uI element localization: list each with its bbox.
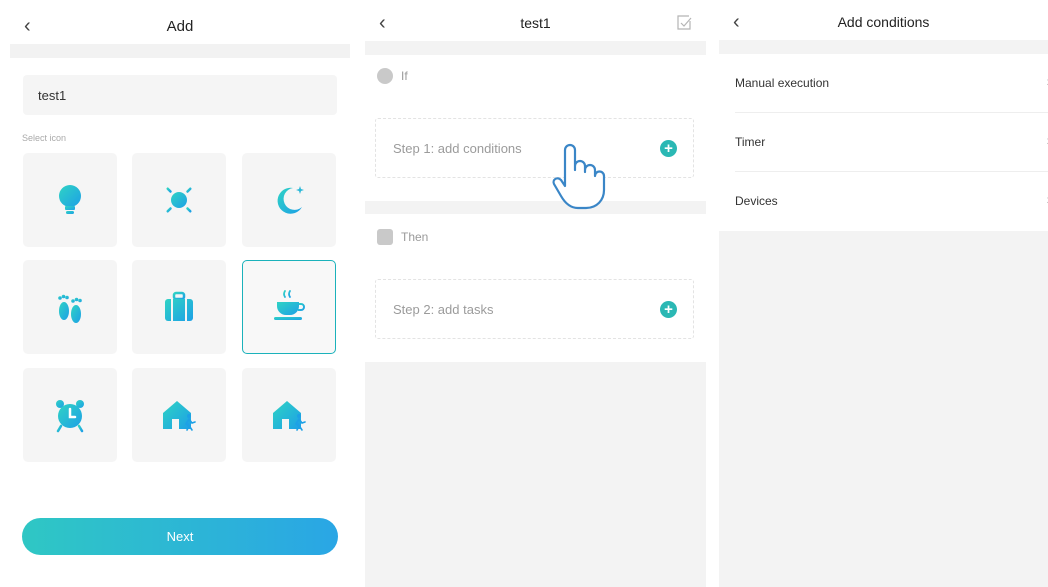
icon-tile-coffee-cup[interactable] — [242, 260, 336, 354]
coffee-cup-icon — [274, 290, 305, 320]
icon-tile-bulb[interactable] — [23, 153, 117, 247]
suitcase-icon — [165, 291, 193, 321]
save-check-icon[interactable] — [676, 15, 692, 31]
bulb-icon — [59, 185, 81, 214]
condition-label: Devices — [735, 194, 778, 208]
add-conditions-row[interactable]: Step 1: add conditions + — [375, 118, 694, 178]
icon-tile-home-leave[interactable] — [242, 368, 336, 462]
icon-tile-moon[interactable] — [242, 153, 336, 247]
condition-label: Timer — [735, 135, 766, 149]
alarm-clock-icon — [56, 400, 84, 433]
icon-tile-sun[interactable] — [132, 153, 226, 247]
add-tasks-row[interactable]: Step 2: add tasks + — [375, 279, 694, 339]
if-condition-icon — [377, 68, 393, 84]
footprints-icon — [58, 294, 82, 323]
add-conditions-label: Step 1: add conditions — [393, 141, 522, 156]
header-divider — [10, 44, 350, 58]
header: ‹ test1 — [365, 0, 706, 41]
if-section: If Step 1: add conditions + — [365, 55, 706, 201]
then-task-icon — [377, 229, 393, 245]
page-title: test1 — [520, 15, 551, 31]
condition-manual-execution[interactable]: Manual execution › — [719, 54, 1048, 113]
if-label: If — [377, 68, 408, 84]
sun-icon — [161, 182, 197, 218]
home-leave-icon — [273, 401, 306, 431]
icon-tile-alarm-clock[interactable] — [23, 368, 117, 462]
scene-edit-screen: ‹ test1 If Step 1: add conditions + Then… — [365, 0, 706, 587]
select-icon-label: Select icon — [22, 133, 67, 143]
add-tasks-label: Step 2: add tasks — [393, 302, 494, 317]
add-conditions-screen: ‹ Add conditions Manual execution › Time… — [719, 0, 1048, 587]
add-condition-plus-icon[interactable]: + — [660, 140, 677, 157]
home-arrive-icon — [163, 401, 196, 431]
scene-name-input[interactable] — [23, 75, 337, 115]
add-task-plus-icon[interactable]: + — [660, 301, 677, 318]
condition-timer[interactable]: Timer › — [719, 113, 1048, 172]
icon-tile-home-arrive[interactable] — [132, 368, 226, 462]
page-title: Add — [166, 18, 194, 35]
page-title: Add conditions — [837, 14, 930, 30]
then-label: Then — [377, 229, 428, 245]
icon-tile-footprints[interactable] — [23, 260, 117, 354]
tap-hand-icon — [552, 143, 606, 210]
add-scene-screen: ‹ Add Select icon — [10, 0, 350, 587]
moon-icon — [277, 186, 304, 214]
condition-devices[interactable]: Devices › — [719, 172, 1048, 231]
next-button[interactable]: Next — [22, 518, 338, 555]
icon-tile-suitcase[interactable] — [132, 260, 226, 354]
then-section: Then Step 2: add tasks + — [365, 214, 706, 362]
condition-label: Manual execution — [735, 76, 830, 90]
header: ‹ Add — [10, 0, 350, 44]
header: ‹ Add conditions — [719, 0, 1048, 40]
